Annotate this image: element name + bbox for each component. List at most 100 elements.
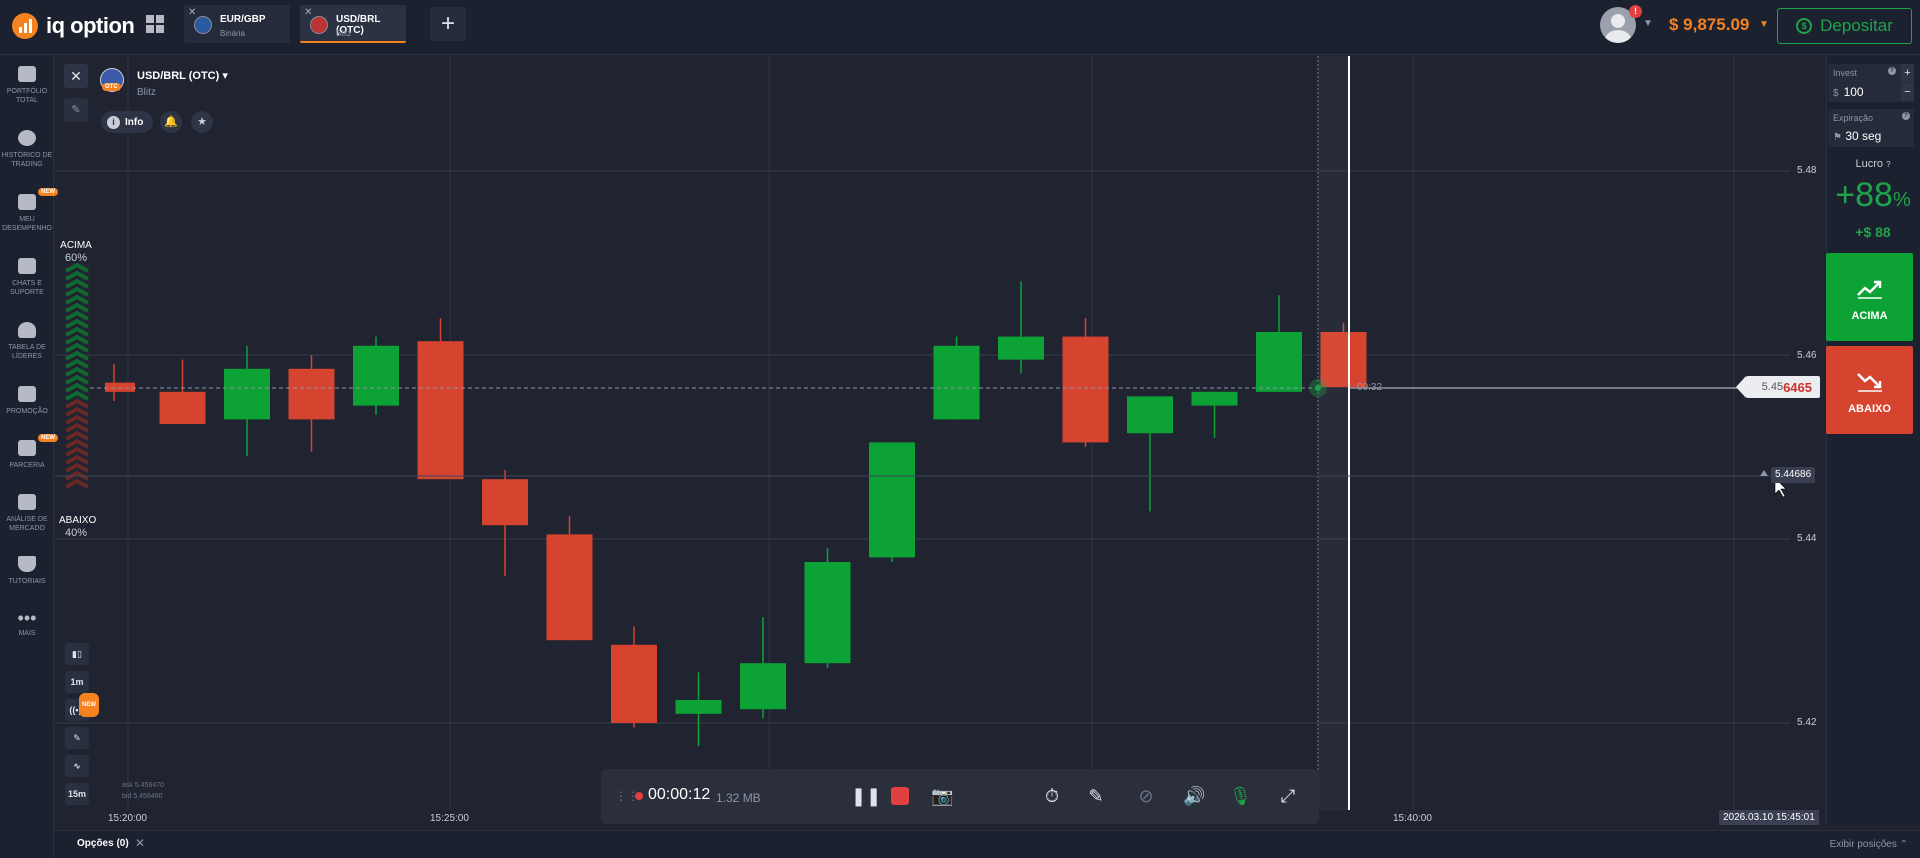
pin-icon[interactable]: ✎ (64, 98, 88, 122)
profit-label-text: Lucro (1855, 158, 1883, 170)
live-price-dot (1315, 385, 1321, 391)
close-icon[interactable]: ✕ (135, 836, 145, 850)
sentiment-chevron (65, 398, 89, 409)
signals-icon[interactable]: ((•)) NEW (65, 693, 99, 721)
camera-icon[interactable]: 📷 (931, 785, 953, 807)
expiry-value: ⚑ 30 seg (1833, 129, 1881, 143)
call-up-button[interactable]: ACIMA (1826, 253, 1913, 341)
invest-label: Invest (1833, 68, 1858, 78)
asset-name[interactable]: USD/BRL (OTC) ▾ (137, 69, 228, 82)
bell-icon[interactable]: 🔔 (160, 111, 182, 133)
sentiment-chevron (65, 430, 89, 441)
help-icon[interactable]: ? (1886, 160, 1890, 169)
candle-body (105, 382, 135, 392)
sentiment-down: ABAIXO 40% (59, 514, 97, 540)
expiry-value-text: 30 seg (1845, 129, 1882, 143)
sentiment-chevron (65, 446, 89, 457)
flag-icon: ⚑ (1833, 132, 1842, 143)
decrease-invest-button[interactable]: − (1901, 83, 1914, 101)
expiry-box[interactable]: Expiração ? ⚑ 30 seg (1828, 109, 1914, 147)
candle-body (611, 644, 657, 723)
chart-grid (55, 56, 1790, 810)
profit-percent-sign: % (1892, 189, 1911, 211)
chevron-up-icon: ⌃ (1899, 839, 1908, 850)
up-label: ACIMA (1851, 310, 1888, 322)
candle-body (869, 442, 915, 558)
bid-value: bid 5.456460 (122, 793, 163, 800)
sentiment-chevron (65, 454, 89, 465)
candle-body (546, 534, 593, 641)
show-positions-label: Exibir posições (1829, 839, 1897, 850)
invest-input[interactable]: $100 (1833, 85, 1864, 99)
sentiment-chevron (65, 286, 89, 297)
recording-time: 00:00:12 (648, 786, 711, 803)
timer-icon[interactable]: ⏱ (1041, 785, 1063, 807)
candle-body (804, 562, 851, 664)
recording-size: 1.32 MB (716, 791, 761, 805)
sentiment-chevron (65, 414, 89, 425)
profit-label: Lucro ? (1826, 158, 1920, 170)
candle-body (998, 336, 1044, 360)
timeframe-1m-button[interactable]: 1m (65, 671, 89, 693)
sentiment-chevron (65, 326, 89, 337)
put-down-button[interactable]: ABAIXO (1826, 346, 1913, 434)
current-time-label: 2026.03.10 15:45:01 (1719, 810, 1819, 825)
increase-invest-button[interactable]: + (1901, 64, 1914, 82)
pause-icon[interactable]: ❚❚ (851, 785, 881, 807)
microphone-icon[interactable]: 🎙 (1229, 785, 1252, 807)
sentiment-chevron (65, 310, 89, 321)
sentiment-chevron (65, 462, 89, 473)
show-positions-button[interactable]: Exibir posições ⌃ (1830, 839, 1908, 850)
sentiment-chevron (65, 438, 89, 449)
price-axis-label: 5.42 (1797, 717, 1817, 728)
sentiment-chevron (65, 358, 89, 369)
sentiment-down-pct: 40% (64, 527, 88, 539)
sentiment-chevron (65, 478, 89, 489)
pen-icon[interactable]: ✎ (1085, 785, 1107, 807)
sentiment-chevron (65, 334, 89, 345)
expiry-countdown: 00:32 (1357, 382, 1383, 393)
speaker-icon[interactable]: 🔊 (1183, 785, 1205, 807)
new-badge: NEW (79, 693, 99, 717)
sentiment-chevron (65, 342, 89, 353)
candle-body (288, 368, 335, 420)
price-axis-label: 5.44 (1797, 533, 1817, 544)
candle-body (1062, 336, 1109, 443)
star-icon[interactable]: ★ (191, 111, 213, 133)
help-icon[interactable]: ? (1888, 67, 1896, 75)
chart-overlays (55, 56, 1790, 810)
close-icon[interactable]: ✕ (64, 64, 88, 88)
candle-body (353, 345, 399, 406)
ask-bid-info: ask 5.456470 bid 5.456460 (122, 780, 164, 802)
down-label: ABAIXO (1848, 403, 1891, 415)
sentiment-chevron (65, 390, 89, 401)
info-icon: i (107, 115, 120, 129)
info-button[interactable]: i Info (101, 111, 154, 133)
price-alert-label[interactable]: 5.44686 (1771, 467, 1816, 483)
current-price-suffix: 6465 (1783, 379, 1812, 395)
sentiment-down-label: ABAIXO (59, 515, 97, 526)
indicators-icon[interactable]: ∿ (65, 755, 89, 777)
chart-type-candles-icon[interactable]: ▮▯ (65, 643, 89, 665)
ask-value: ask 5.456470 (122, 782, 165, 789)
fullscreen-icon[interactable]: ⤢ (1277, 785, 1299, 807)
time-axis-label: 15:20:00 (108, 813, 147, 824)
invest-box[interactable]: Invest ? $100 + − (1828, 64, 1914, 102)
screen-recorder-bar: ⋮⋮ 00:00:12 1.32 MB ❚❚ 📷 ⏱ ✎ ⊘ 🔊 🎙 ⤢ (601, 769, 1319, 824)
stop-record-button[interactable] (889, 785, 911, 807)
timeframe-15m-button[interactable]: 15m (65, 783, 89, 805)
sentiment-chevron (65, 406, 89, 417)
help-icon[interactable]: ? (1902, 112, 1910, 120)
draw-tool-icon[interactable]: ✎ (65, 727, 89, 749)
candle-body (933, 345, 980, 420)
price-chart[interactable] (0, 0, 1920, 858)
current-price-tag: 5.45 6465 (1736, 376, 1820, 398)
time-axis-label: 15:40:00 (1393, 813, 1432, 824)
webcam-off-icon[interactable]: ⊘ (1135, 785, 1157, 807)
sentiment-chevron (65, 318, 89, 329)
price-axis-label: 5.48 (1797, 165, 1817, 176)
sentiment-up-label: ACIMA (60, 240, 92, 251)
options-tab[interactable]: Opções (0) (77, 838, 129, 849)
sentiment-chevron (65, 294, 89, 305)
bottom-bar: Opções (0) ✕ Exibir posições ⌃ (55, 830, 1920, 858)
